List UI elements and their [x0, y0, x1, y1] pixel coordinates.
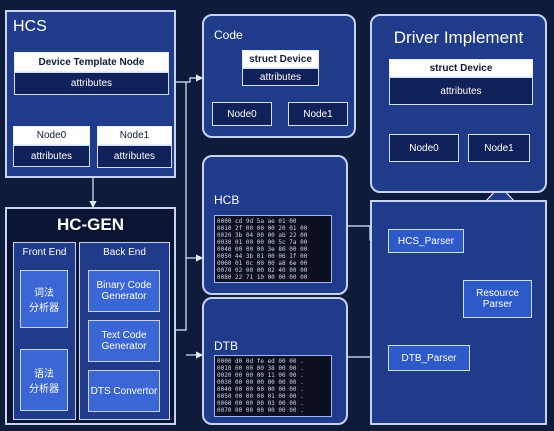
hcs-node0: Node0 [13, 126, 90, 145]
hcb-panel: HCB 0000 cd 9d 5a ae 01 00 0010 2f 00 00… [202, 155, 348, 295]
hcb-binary-dump: 0000 cd 9d 5a ae 01 00 0010 2f 00 00 00 … [214, 215, 332, 283]
dtb-panel: DTB 0000 d0 0d fe ed 00 00 . 0010 00 00 … [202, 297, 348, 425]
binary-code-generator: Binary Code Generator [88, 270, 160, 312]
hcs-template-node: Device Template Node [14, 52, 169, 72]
hcgen-panel: HC-GEN Front End 词法 分析器 语法 分析器 Back End … [5, 207, 176, 425]
resource-parser-box: Resource Parser [463, 280, 532, 318]
back-end-label: Back End [103, 247, 146, 258]
hcb-title: HCB [214, 193, 240, 207]
dtb-parser-box: DTB_Parser [388, 345, 470, 371]
back-end-column: Back End Binary Code Generator Text Code… [79, 242, 170, 420]
code-attributes: attributes [242, 68, 319, 86]
code-node1: Node1 [288, 102, 348, 126]
code-struct: struct Device [242, 50, 319, 68]
driver-struct: struct Device [389, 59, 533, 77]
hcs-to-code-arrow [176, 74, 204, 83]
dtb-title: DTB [214, 339, 238, 353]
front-end-label: Front End [22, 247, 67, 258]
driver-title: Driver Implement [393, 28, 524, 47]
text-code-generator: Text Code Generator [88, 320, 160, 362]
hcs-title: HCS [13, 18, 47, 35]
syntax-parser-box: 语法 分析器 [20, 349, 68, 411]
dts-convertor: DTS Convertor [88, 370, 160, 412]
hcs-node1-attributes: attributes [97, 145, 172, 168]
trunk-line [176, 82, 187, 331]
hcs-panel: HCS Device Template Node attributes Node… [5, 10, 176, 178]
front-end-column: Front End 词法 分析器 语法 分析器 [13, 242, 76, 420]
code-panel: Code struct Device attributes Node0 Node… [202, 14, 356, 138]
hcs-node1: Node1 [97, 126, 172, 145]
hcs-node0-attributes: attributes [13, 145, 90, 167]
hdf-config-diagram: HCS Device Template Node attributes Node… [0, 0, 554, 431]
hcgen-title: HC-GEN [56, 215, 125, 234]
driver-panel: Driver Implement struct Device attribute… [370, 14, 547, 193]
lexer-box: 词法 分析器 [20, 270, 68, 328]
driver-node1: Node1 [468, 134, 530, 162]
hcs-template-attributes: attributes [14, 72, 169, 95]
dtb-binary-dump: 0000 d0 0d fe ed 00 00 . 0010 00 00 00 3… [214, 355, 332, 417]
code-title: Code [214, 28, 243, 42]
driver-attributes: attributes [389, 77, 533, 105]
hcs-parser-box: HCS_Parser [388, 229, 464, 253]
driver-node0: Node0 [389, 134, 459, 162]
code-node0: Node0 [212, 102, 272, 126]
